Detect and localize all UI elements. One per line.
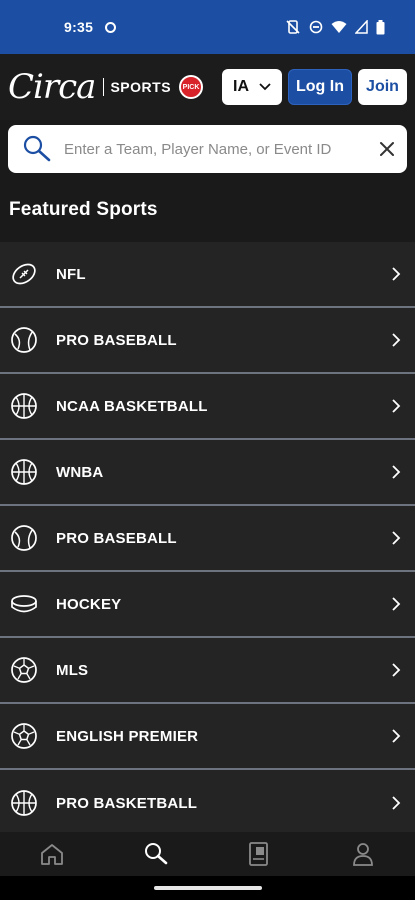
chevron-right-icon bbox=[392, 333, 401, 347]
pick-badge: PICK bbox=[179, 75, 204, 99]
bet-slip-icon bbox=[249, 842, 269, 866]
logo-sports: SPORTS bbox=[110, 79, 172, 95]
home-icon bbox=[40, 844, 63, 865]
sport-label: PRO BASEBALL bbox=[56, 331, 177, 349]
circa-sports-logo[interactable]: Circa SPORTS PICK bbox=[8, 67, 204, 107]
status-time: 9:35 bbox=[64, 19, 94, 35]
search-icon bbox=[23, 135, 51, 162]
sport-label: PRO BASKETBALL bbox=[56, 794, 198, 812]
soccer-ball-icon bbox=[11, 657, 37, 683]
home-indicator[interactable] bbox=[154, 886, 262, 890]
list-item-pro-baseball[interactable]: PRO BASEBALL bbox=[0, 308, 415, 374]
list-item-mls[interactable]: MLS bbox=[0, 638, 415, 704]
chevron-right-icon bbox=[392, 729, 401, 743]
signal-icon bbox=[355, 20, 368, 34]
sport-label: MLS bbox=[56, 661, 89, 679]
hockey-puck-icon bbox=[11, 595, 37, 613]
list-item-hockey[interactable]: HOCKEY bbox=[0, 572, 415, 638]
chevron-right-icon bbox=[392, 597, 401, 611]
search-bar bbox=[8, 125, 407, 173]
search-input[interactable] bbox=[64, 140, 379, 158]
chevron-right-icon bbox=[392, 796, 401, 810]
status-icons bbox=[285, 19, 385, 35]
account-icon bbox=[353, 843, 374, 866]
chevron-right-icon bbox=[392, 399, 401, 413]
dnd-icon bbox=[309, 20, 323, 34]
list-item-pro-basketball[interactable]: PRO BASKETBALL bbox=[0, 770, 415, 836]
sport-label: WNBA bbox=[56, 463, 104, 481]
nav-account[interactable] bbox=[343, 836, 383, 872]
sport-label: ENGLISH PREMIER bbox=[56, 727, 199, 745]
state-value: IA bbox=[233, 78, 249, 95]
basketball-icon bbox=[11, 459, 37, 485]
state-select[interactable]: IA bbox=[222, 69, 282, 105]
basketball-icon bbox=[11, 393, 37, 419]
chevron-right-icon bbox=[392, 663, 401, 677]
nav-bet-slip[interactable] bbox=[239, 836, 279, 872]
logo-divider bbox=[103, 78, 105, 96]
chevron-right-icon bbox=[392, 465, 401, 479]
baseball-icon bbox=[11, 525, 37, 551]
battery-icon bbox=[376, 19, 385, 34]
chevron-right-icon bbox=[392, 531, 401, 545]
login-button[interactable]: Log In bbox=[288, 69, 352, 105]
list-item-pro-baseball-2[interactable]: PRO BASEBALL bbox=[0, 506, 415, 572]
baseball-icon bbox=[11, 327, 37, 353]
chevron-right-icon bbox=[392, 267, 401, 281]
sport-label: NFL bbox=[56, 265, 86, 283]
soccer-ball-icon bbox=[11, 723, 37, 749]
chevron-down-icon bbox=[259, 83, 271, 91]
close-icon[interactable] bbox=[379, 141, 395, 157]
featured-sports-list: NFL PRO BASEBALL NCAA BASKETBALL WNBA PR… bbox=[0, 242, 415, 836]
status-bar: 9:35 bbox=[0, 0, 415, 54]
wifi-icon bbox=[331, 21, 347, 33]
logo-wordmark: Circa bbox=[8, 67, 96, 107]
app-header: Circa SPORTS PICK IA Log In Join bbox=[0, 54, 415, 120]
bottom-nav bbox=[0, 832, 415, 876]
list-item-english-premier[interactable]: ENGLISH PREMIER bbox=[0, 704, 415, 770]
sport-label: PRO BASEBALL bbox=[56, 529, 177, 547]
list-item-wnba[interactable]: WNBA bbox=[0, 440, 415, 506]
vibrate-off-icon bbox=[286, 20, 300, 34]
nav-home[interactable] bbox=[32, 836, 72, 872]
notification-icon bbox=[105, 21, 117, 33]
list-item-ncaa-basketball[interactable]: NCAA BASKETBALL bbox=[0, 374, 415, 440]
basketball-icon bbox=[11, 790, 37, 816]
list-item-nfl[interactable]: NFL bbox=[0, 242, 415, 308]
football-icon bbox=[12, 263, 36, 285]
sport-label: NCAA BASKETBALL bbox=[56, 397, 208, 415]
nav-search[interactable] bbox=[136, 836, 176, 872]
search-icon bbox=[144, 843, 167, 865]
section-title: Featured Sports bbox=[9, 199, 158, 220]
sport-label: HOCKEY bbox=[56, 595, 122, 613]
join-button[interactable]: Join bbox=[358, 69, 407, 105]
